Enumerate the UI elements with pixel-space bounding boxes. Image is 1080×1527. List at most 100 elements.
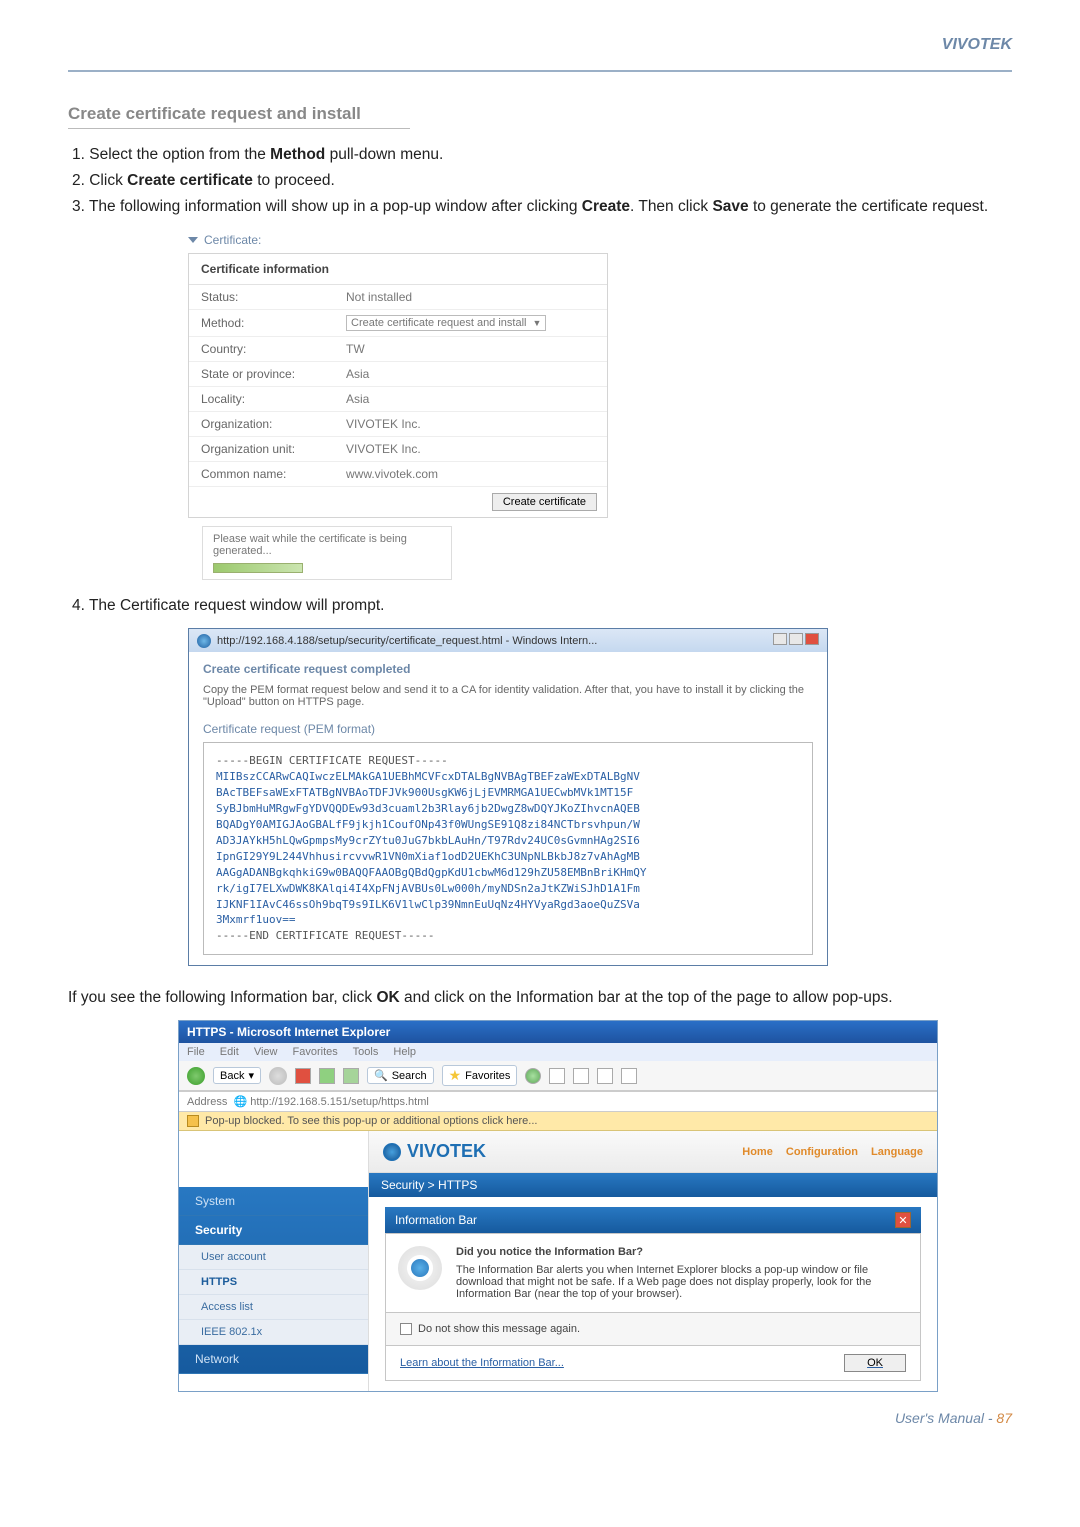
state-value[interactable]: Asia — [346, 367, 595, 381]
dont-show-checkbox[interactable]: Do not show this message again. — [400, 1323, 580, 1335]
pem-format-heading: Certificate request (PEM format) — [203, 722, 813, 736]
mail-icon[interactable] — [549, 1068, 565, 1084]
home-icon[interactable] — [343, 1068, 359, 1084]
refresh-icon[interactable] — [319, 1068, 335, 1084]
step-2: 2. Click Create certificate to proceed. — [72, 169, 1012, 193]
country-value[interactable]: TW — [346, 342, 595, 356]
certificate-heading: Certificate: — [204, 233, 261, 247]
sidebar-sub-user-account[interactable]: User account — [179, 1245, 368, 1270]
favorites-button[interactable]: ★Favorites — [442, 1065, 518, 1086]
title-underline — [68, 128, 410, 129]
section-title: Create certificate request and install — [68, 104, 1012, 124]
locality-value[interactable]: Asia — [346, 392, 595, 406]
info-dialog-icon — [398, 1246, 442, 1290]
sidebar-sub-access-list[interactable]: Access list — [179, 1295, 368, 1320]
ie-icon — [197, 634, 211, 648]
nav-language[interactable]: Language — [871, 1146, 923, 1158]
star-icon: ★ — [449, 1067, 462, 1084]
org-label: Organization: — [201, 417, 346, 431]
nav-configuration[interactable]: Configuration — [786, 1146, 858, 1158]
header-rule — [68, 70, 1012, 72]
search-button[interactable]: 🔍 Search — [367, 1067, 434, 1084]
close-icon[interactable] — [805, 633, 819, 645]
forward-icon[interactable] — [269, 1067, 287, 1085]
info-bar-title: Information Bar ✕ — [385, 1207, 921, 1233]
back-icon[interactable] — [187, 1067, 205, 1085]
checkbox-icon[interactable] — [400, 1323, 412, 1335]
menu-tools[interactable]: Tools — [353, 1046, 379, 1058]
step-4: 4. The Certificate request window will p… — [72, 594, 1012, 618]
edit-icon[interactable] — [597, 1068, 613, 1084]
status-value: Not installed — [346, 290, 595, 304]
step-3: 3. The following information will show u… — [72, 195, 1012, 219]
progress-bar — [213, 563, 303, 573]
certificate-collapse-header[interactable]: Certificate: — [188, 233, 608, 247]
window-buttons[interactable] — [771, 633, 819, 648]
learn-link[interactable]: Learn about the Information Bar... — [400, 1357, 564, 1369]
certificate-form-figure: Certificate: Certificate information Sta… — [188, 233, 608, 580]
locality-label: Locality: — [201, 392, 346, 406]
ou-label: Organization unit: — [201, 442, 346, 456]
pem-instructions: Copy the PEM format request below and se… — [203, 684, 813, 708]
maximize-icon[interactable] — [789, 633, 803, 645]
menu-help[interactable]: Help — [393, 1046, 416, 1058]
ie-window-figure: HTTPS - Microsoft Internet Explorer File… — [178, 1020, 938, 1392]
sidebar-sub-https[interactable]: HTTPS — [179, 1270, 368, 1295]
method-select[interactable]: Create certificate request and install▼ — [346, 315, 546, 331]
info-bar-paragraph: If you see the following Information bar… — [68, 986, 1012, 1010]
popup-blocked-bar[interactable]: Pop-up blocked. To see this pop-up or ad… — [179, 1112, 937, 1131]
pem-complete-title: Create certificate request completed — [203, 662, 813, 676]
step-1: 1. Select the option from the Method pul… — [72, 143, 1012, 167]
back-button[interactable]: Back ▾ — [213, 1067, 261, 1084]
stop-icon[interactable] — [295, 1068, 311, 1084]
certificate-request-window: http://192.168.4.188/setup/security/cert… — [188, 628, 828, 966]
status-label: Status: — [201, 290, 346, 304]
dialog-message: The Information Bar alerts you when Inte… — [456, 1264, 908, 1300]
menu-favorites[interactable]: Favorites — [293, 1046, 338, 1058]
page-number: 87 — [996, 1410, 1012, 1426]
brand-header: VIVOTEK — [942, 36, 1012, 54]
print-icon[interactable] — [573, 1068, 589, 1084]
ou-value[interactable]: VIVOTEK Inc. — [346, 442, 595, 456]
minimize-icon[interactable] — [773, 633, 787, 645]
vivotek-logo: VIVOTEK — [383, 1141, 486, 1162]
ie-page-icon: 🌐 — [233, 1096, 247, 1108]
warning-icon — [187, 1115, 199, 1127]
method-label: Method: — [201, 316, 346, 330]
nav-home[interactable]: Home — [742, 1146, 773, 1158]
menu-file[interactable]: File — [187, 1046, 205, 1058]
sidebar-item-network[interactable]: Network — [179, 1345, 368, 1374]
window-title: http://192.168.4.188/setup/security/cert… — [197, 634, 597, 648]
sidebar-item-system[interactable]: System — [179, 1187, 368, 1216]
chevron-down-icon — [188, 237, 198, 243]
info-dialog: Did you notice the Information Bar? The … — [385, 1233, 921, 1313]
ie-toolbar: Back ▾ 🔍 Search ★Favorites — [179, 1061, 937, 1091]
generating-wait-note: Please wait while the certificate is bei… — [202, 526, 452, 580]
org-value[interactable]: VIVOTEK Inc. — [346, 417, 595, 431]
logo-eye-icon — [383, 1143, 401, 1161]
pem-textarea[interactable]: -----BEGIN CERTIFICATE REQUEST----- MIIB… — [203, 742, 813, 955]
steps-list: 1. Select the option from the Method pul… — [72, 143, 1012, 219]
breadcrumb: Security > HTTPS — [369, 1173, 937, 1197]
close-dialog-icon[interactable]: ✕ — [895, 1212, 911, 1228]
page-footer: User's Manual - 87 — [68, 1410, 1012, 1426]
cn-label: Common name: — [201, 467, 346, 481]
ie-titlebar: HTTPS - Microsoft Internet Explorer — [179, 1021, 937, 1043]
address-bar[interactable]: Address 🌐 http://192.168.5.151/setup/htt… — [179, 1091, 937, 1112]
ok-button[interactable]: OK — [844, 1354, 906, 1372]
menu-edit[interactable]: Edit — [220, 1046, 239, 1058]
create-certificate-button[interactable]: Create certificate — [492, 493, 597, 511]
history-icon[interactable] — [525, 1068, 541, 1084]
menu-view[interactable]: View — [254, 1046, 278, 1058]
address-value[interactable]: http://192.168.5.151/setup/https.html — [250, 1096, 429, 1108]
state-label: State or province: — [201, 367, 346, 381]
sidebar-sub-ieee[interactable]: IEEE 802.1x — [179, 1320, 368, 1345]
discuss-icon[interactable] — [621, 1068, 637, 1084]
cn-value[interactable]: www.vivotek.com — [346, 467, 595, 481]
dialog-question: Did you notice the Information Bar? — [456, 1246, 908, 1258]
dropdown-arrow-icon: ▼ — [532, 318, 541, 328]
ie-menubar[interactable]: File Edit View Favorites Tools Help — [179, 1043, 937, 1061]
certificate-info-title: Certificate information — [189, 254, 607, 285]
sidebar-item-security[interactable]: Security — [179, 1216, 368, 1245]
country-label: Country: — [201, 342, 346, 356]
